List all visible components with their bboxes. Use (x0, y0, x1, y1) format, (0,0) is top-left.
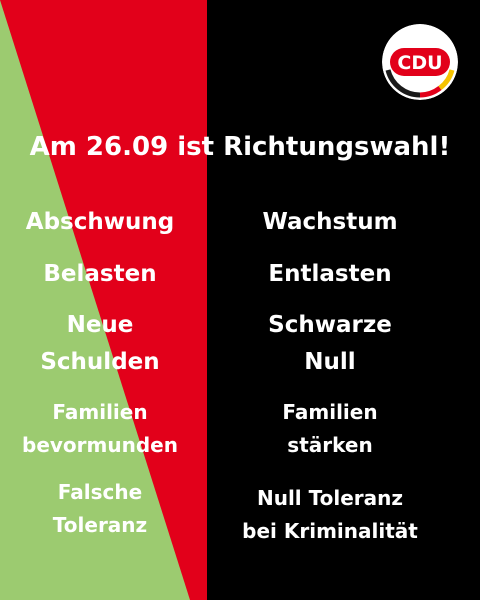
right-item-line: bei Kriminalität (242, 519, 418, 543)
right-item-line: Wachstum (262, 209, 398, 235)
left-item-line: Abschwung (25, 209, 175, 235)
left-item-neue-schulden: Neue Schulden (0, 307, 200, 381)
right-item-entlasten: Entlasten (222, 256, 438, 293)
left-item-abschwung: Abschwung (0, 204, 200, 241)
right-item-line: Entlasten (268, 261, 392, 287)
campaign-poster: CDU Am 26.09 ist Richtungswahl! Abschwun… (0, 0, 480, 600)
right-item-line: Familien (282, 400, 378, 424)
right-item-null-toleranz: Null Toleranz bei Kriminalität (222, 482, 438, 548)
left-item-falsche-toleranz: Falsche Toleranz (0, 476, 200, 542)
cdu-logo-text: CDU (397, 52, 442, 74)
right-item-line: Schwarze (268, 312, 392, 338)
right-item-line: stärken (287, 433, 373, 457)
left-item-familien-bevormunden: Familien bevormunden (0, 396, 200, 462)
left-item-line: Familien (52, 400, 148, 424)
left-item-line: Neue (66, 312, 134, 338)
right-item-line: Null Toleranz (256, 486, 404, 510)
cdu-logo-graphic: CDU (382, 24, 458, 100)
right-item-line: Null (304, 349, 356, 375)
cdu-logo: CDU (382, 24, 458, 100)
left-item-line: Toleranz (52, 513, 148, 537)
left-item-line: Falsche (57, 480, 143, 504)
right-item-wachstum: Wachstum (222, 204, 438, 241)
left-item-belasten: Belasten (0, 256, 200, 293)
right-item-schwarze-null: Schwarze Null (222, 307, 438, 381)
left-item-line: bevormunden (22, 433, 178, 457)
left-item-line: Belasten (43, 261, 157, 287)
headline: Am 26.09 ist Richtungswahl! (29, 132, 451, 162)
left-item-line: Schulden (40, 349, 160, 375)
right-item-familien-staerken: Familien stärken (222, 396, 438, 462)
